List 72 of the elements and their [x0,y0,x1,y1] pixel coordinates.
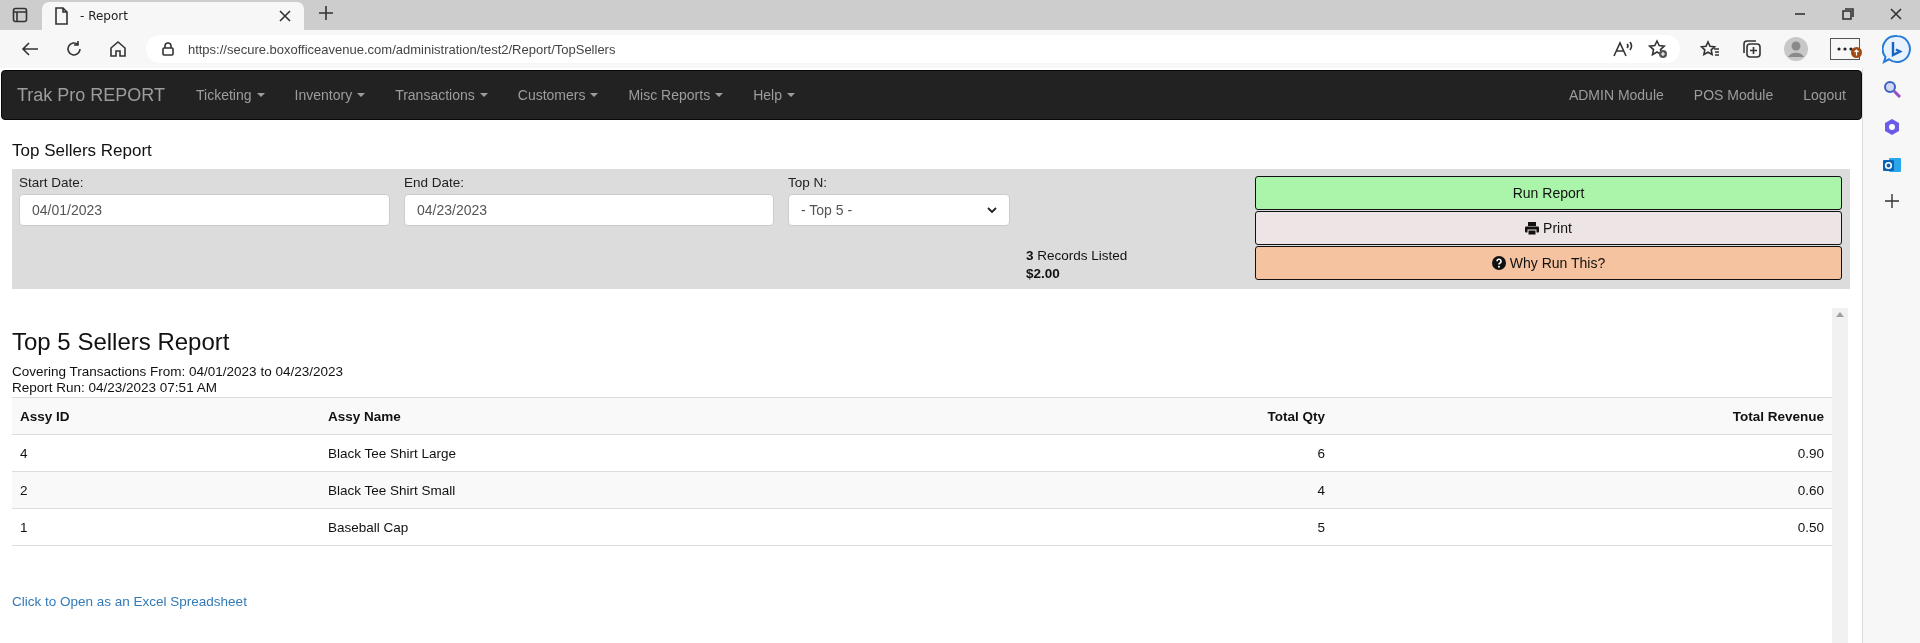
date-field[interactable]: 04/23/2023 [404,194,774,226]
nav-menu[interactable]: Customers [502,87,614,103]
profile-avatar-icon[interactable] [1784,37,1808,61]
question-circle-icon [1491,256,1506,270]
nav-menu[interactable]: Help [738,87,810,103]
column-header: Total Revenue [1333,398,1832,435]
read-aloud-icon[interactable] [1612,40,1634,58]
more-icon [1837,47,1853,51]
collections-icon[interactable] [1742,39,1762,59]
close-icon[interactable] [278,9,292,23]
excel-link[interactable]: Click to Open as an Excel Spreadsheet [12,594,247,609]
chevron-down-icon [987,206,997,214]
table-cell: 2 [12,472,320,509]
home-icon[interactable] [108,40,127,58]
print-button[interactable]: Print [1255,211,1842,245]
chat-assistant-icon[interactable] [1882,34,1912,64]
scrollbar[interactable] [1832,308,1848,643]
refresh-icon[interactable] [64,40,83,58]
top-n-dropdown[interactable]: - Top 5 - [788,194,1010,226]
covering-text: Covering Transactions From: 04/01/2023 to 04/23/2023 [12,364,344,380]
field-label: Top N: [788,175,829,190]
hexagon-app-icon[interactable] [1882,118,1901,136]
add-favorite-icon[interactable] [1648,39,1668,59]
column-header: Assy Name [320,398,920,435]
column-header: Total Qty [920,398,1333,435]
add-icon[interactable] [1884,194,1899,208]
caret-icon [479,93,488,97]
page-title: Top Sellers Report [12,140,153,162]
page-icon [54,7,68,25]
total-amount: $2.00 [1026,266,1061,281]
caret-icon [786,93,795,97]
column-header: Assy ID [12,398,320,435]
restore-icon[interactable] [1842,8,1854,20]
back-icon[interactable] [21,41,39,57]
nav-link[interactable]: ADMIN Module [1553,87,1679,103]
table-cell: 5 [920,509,1333,546]
brand-link[interactable]: Trak Pro REPORT [17,84,166,106]
date-field[interactable]: 04/01/2023 [19,194,390,226]
nav-link[interactable]: Logout [1788,87,1861,103]
table-cell: 1 [12,509,320,546]
new-tab-icon[interactable] [318,5,334,21]
nav-menu[interactable]: Misc Reports [613,87,739,103]
records-count: 3 Records Listed [1026,248,1129,263]
field-label: End Date: [404,175,466,190]
report-title: Top 5 Sellers Report [12,328,231,356]
table-cell: Black Tee Shirt Small [320,472,920,509]
field-label: Start Date: [19,175,85,190]
update-badge-icon [1851,47,1862,58]
favorites-icon[interactable] [1700,40,1720,58]
report-run-text: Report Run: 04/23/2023 07:51 AM [12,380,218,396]
table-cell: 0.60 [1333,472,1832,509]
browser-tab[interactable]: - Report [42,2,304,30]
nav-menu[interactable]: Ticketing [181,87,280,103]
table-cell: 0.50 [1333,509,1832,546]
caret-icon [256,93,265,97]
more-menu-button[interactable] [1830,38,1860,60]
tab-actions-icon[interactable] [12,7,28,23]
caret-icon [715,93,724,97]
nav-menu[interactable]: Transactions [380,87,503,103]
run-report-button[interactable]: Run Report [1255,176,1842,210]
caret-icon [590,93,599,97]
lock-icon [161,42,174,56]
nav-link[interactable]: POS Module [1678,87,1789,103]
table-cell: 4 [920,472,1333,509]
caret-icon [357,93,366,97]
close-icon[interactable] [1890,8,1902,20]
nav-menu[interactable]: Inventory [279,87,381,103]
help-button[interactable]: Why Run This? [1255,246,1842,280]
search-icon[interactable] [1882,80,1901,98]
mail-app-icon[interactable] [1882,156,1901,174]
table-cell: Baseball Cap [320,509,920,546]
printer-icon [1525,221,1540,235]
